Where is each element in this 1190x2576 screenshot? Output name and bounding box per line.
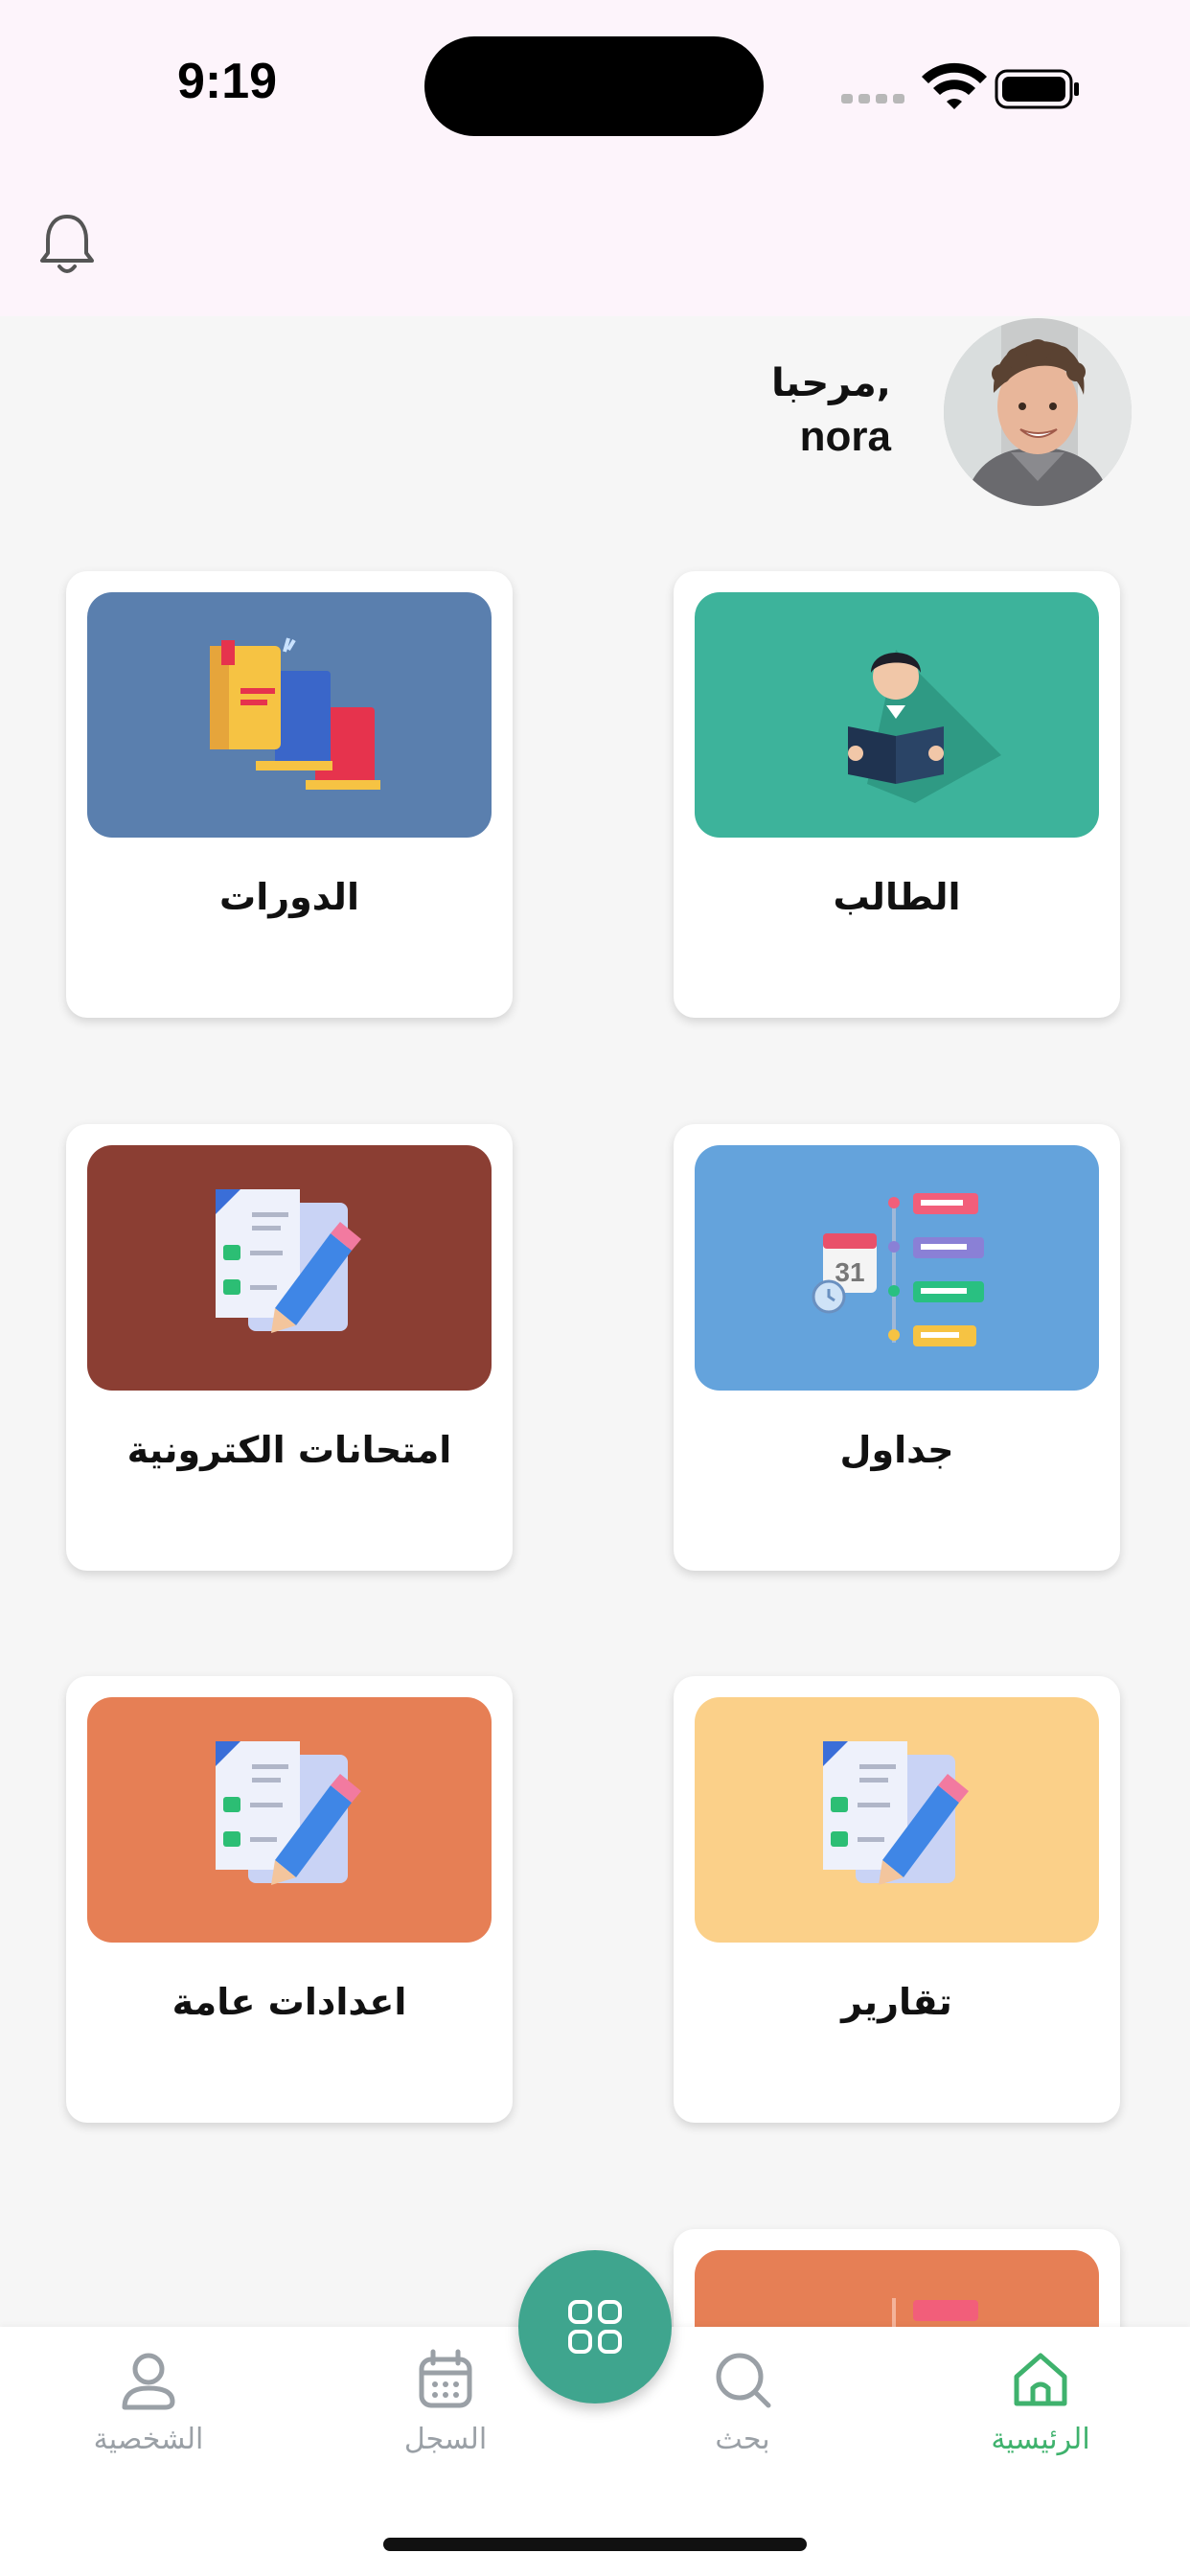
signal-icon: [841, 94, 904, 104]
notification-bell-icon[interactable]: [36, 211, 98, 278]
card-electronic-exams[interactable]: امتحانات الكترونية: [66, 1124, 513, 1571]
user-name: nora: [799, 413, 891, 460]
nav-home[interactable]: الرئيسية: [926, 2346, 1156, 2471]
battery-icon: [995, 69, 1079, 109]
grid-apps-icon: [568, 2300, 622, 2354]
student-reading-icon: [695, 592, 1099, 838]
svg-text:31: 31: [835, 1257, 864, 1287]
card-courses[interactable]: الدورات: [66, 571, 513, 1018]
avatar[interactable]: [944, 318, 1132, 506]
settings-checklist-icon: [87, 1697, 492, 1943]
card-label: تقارير: [841, 1981, 952, 2023]
status-bar: 9:19: [0, 0, 1190, 163]
greeting-text: مرحبا,: [770, 361, 891, 405]
nav-label: بحث: [715, 2423, 770, 2456]
card-label: الطالب: [833, 876, 961, 918]
exam-checklist-icon: [87, 1145, 492, 1391]
nav-record[interactable]: السجل: [331, 2346, 561, 2471]
profile-icon: [122, 2353, 175, 2410]
reports-checklist-icon: [695, 1697, 1099, 1943]
status-time: 9:19: [177, 54, 278, 109]
card-general-settings[interactable]: اعدادات عامة: [66, 1676, 513, 2123]
nav-label: الشخصية: [93, 2423, 204, 2456]
nav-label: السجل: [403, 2423, 488, 2456]
status-icons: [841, 62, 1079, 109]
card-reports[interactable]: تقارير: [674, 1676, 1120, 2123]
search-icon: [716, 2353, 771, 2408]
books-icon: [87, 592, 492, 838]
card-schedules[interactable]: 31 جداول: [674, 1124, 1120, 1571]
card-student[interactable]: الطالب: [674, 571, 1120, 1018]
calendar-icon: [419, 2349, 472, 2408]
nav-search[interactable]: بحث: [628, 2346, 858, 2471]
card-label: جداول: [839, 1429, 954, 1471]
nav-label: الرئيسية: [991, 2423, 1090, 2456]
wifi-icon: [922, 62, 987, 109]
apps-fab-button[interactable]: [518, 2250, 672, 2404]
card-label: امتحانات الكترونية: [126, 1429, 452, 1471]
schedule-calendar-icon: 31: [695, 1145, 1099, 1391]
greeting-block: مرحبا, nora: [771, 356, 891, 464]
card-label: الدورات: [219, 876, 359, 918]
nav-profile[interactable]: الشخصية: [34, 2346, 263, 2471]
app-bar: [0, 163, 1190, 316]
home-indicator: [383, 2538, 807, 2551]
home-icon: [1014, 2353, 1067, 2406]
card-label: اعدادات عامة: [172, 1981, 407, 2023]
dynamic-island: [424, 36, 764, 136]
